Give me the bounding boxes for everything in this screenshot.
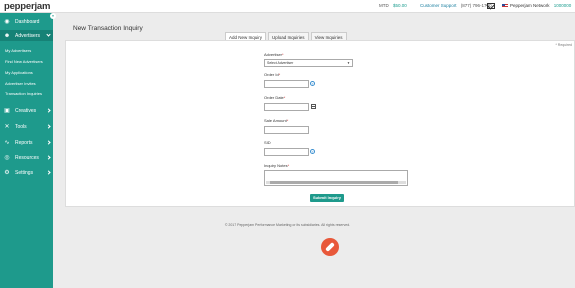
sidebar-subitem-find-new-advertisers[interactable]: Find New Advertisers <box>5 59 43 64</box>
sidebar-item-resources[interactable]: ◎ Resources <box>0 152 53 163</box>
sid-input[interactable] <box>264 148 309 156</box>
inquiry-notes-textarea[interactable] <box>264 170 408 186</box>
network-id: 1000000 <box>553 3 572 8</box>
sidebar-subitem-advertiser-invites[interactable]: Advertiser Invites <box>5 81 36 86</box>
sidebar-item-label: Creatives <box>15 107 37 114</box>
chevron-right-icon <box>46 140 51 145</box>
reports-icon: ∿ <box>4 139 10 146</box>
required-asterisk: * <box>287 163 290 168</box>
sidebar-item-tools[interactable]: ✕ Tools <box>0 121 53 132</box>
sidebar-item-label: Settings <box>15 169 34 176</box>
sidebar-item-label: Resources <box>15 154 39 161</box>
support-label[interactable]: Customer Support <box>420 3 457 8</box>
inquiry-notes-label-text: Inquiry Notes <box>264 163 288 168</box>
order-id-input[interactable] <box>264 80 309 88</box>
sid-label: SID <box>264 140 271 145</box>
sidebar-subitem-transaction-inquiries[interactable]: Transaction Inquiries <box>5 91 42 96</box>
page-title: New Transaction Inquiry <box>73 25 143 32</box>
sidebar: ◉ Dashboard ☻ Advertisers My Advertisers… <box>0 13 53 288</box>
chevron-right-icon <box>46 108 51 113</box>
submit-inquiry-button[interactable]: Submit Inquiry <box>310 194 344 202</box>
chevron-right-icon <box>46 170 51 175</box>
required-asterisk: * <box>278 72 281 77</box>
mtd-earnings: MTD $50.00 <box>379 3 407 8</box>
advertiser-label-text: Advertiser <box>264 52 283 57</box>
sidebar-subitem-my-applications[interactable]: My Applications <box>5 70 33 75</box>
order-date-label-text: Order Date <box>264 95 284 100</box>
required-note: * Required <box>555 43 572 47</box>
calendar-icon[interactable] <box>311 104 316 109</box>
dashboard-icon: ◉ <box>4 18 10 25</box>
tools-icon: ✕ <box>4 123 10 130</box>
sale-amount-label-text: Sale Amount <box>264 118 287 123</box>
chevron-right-icon <box>46 155 51 160</box>
sale-amount-label: Sale Amount* <box>264 118 288 123</box>
flag-icon <box>502 4 508 8</box>
sidebar-item-label: Reports <box>15 139 33 146</box>
sidebar-item-reports[interactable]: ∿ Reports <box>0 137 53 148</box>
order-date-label: Order Date* <box>264 95 285 100</box>
settings-icon: ⚙ <box>4 169 10 176</box>
mtd-label: MTD <box>379 3 389 8</box>
sidebar-item-label: Tools <box>15 123 27 130</box>
resources-icon: ◎ <box>4 154 10 161</box>
advertiser-label: Advertiser* <box>264 52 284 57</box>
sidebar-item-dashboard[interactable]: ◉ Dashboard <box>0 16 53 27</box>
network-selector[interactable]: Pepperjam Network 1000000 <box>510 3 571 8</box>
mtd-value: $50.00 <box>393 3 407 8</box>
help-icon[interactable]: ? <box>310 149 315 154</box>
customer-support[interactable]: Customer Support (877) 796-1700 <box>420 3 492 8</box>
sidebar-item-advertisers[interactable]: ☻ Advertisers <box>0 30 53 41</box>
top-bar: pepperjam MTD $50.00 Customer Support (8… <box>0 0 575 13</box>
scrollbar-thumb[interactable] <box>270 181 398 184</box>
chevron-right-icon <box>46 124 51 129</box>
sidebar-subitem-my-advertisers[interactable]: My Advertisers <box>5 48 31 53</box>
order-date-input[interactable] <box>264 103 309 111</box>
sidebar-item-label: Advertisers <box>15 32 41 39</box>
inquiry-notes-label: Inquiry Notes* <box>264 163 289 168</box>
copyright-footer: © 2017 Pepperjam Performance Marketing o… <box>224 223 351 227</box>
inquiry-form-panel: * Required Advertiser* Select Advertiser… <box>65 40 575 207</box>
sidebar-item-settings[interactable]: ⚙ Settings <box>0 167 53 178</box>
help-icon[interactable]: ? <box>310 81 315 86</box>
pepperjam-logo[interactable]: pepperjam <box>4 1 50 12</box>
chevron-down-icon <box>46 32 51 37</box>
bug-report-icon[interactable] <box>321 238 339 256</box>
order-id-label-text: Order Id <box>264 72 279 77</box>
collapse-sidebar-icon[interactable]: « <box>50 13 56 19</box>
creatives-icon: ▣ <box>4 107 10 114</box>
advertiser-select[interactable]: Select Advertiser <box>264 59 353 67</box>
required-asterisk: * <box>282 52 284 57</box>
horizontal-scrollbar[interactable] <box>266 181 406 184</box>
sidebar-item-creatives[interactable]: ▣ Creatives <box>0 105 53 116</box>
users-icon: ☻ <box>3 32 11 39</box>
order-id-label: Order Id* <box>264 72 280 77</box>
required-asterisk: * <box>283 95 286 100</box>
sale-amount-input[interactable] <box>264 126 309 134</box>
required-asterisk: * <box>286 118 289 123</box>
sidebar-item-label: Dashboard <box>15 18 40 25</box>
network-label[interactable]: Pepperjam Network <box>510 3 550 8</box>
mail-icon[interactable] <box>487 3 495 9</box>
